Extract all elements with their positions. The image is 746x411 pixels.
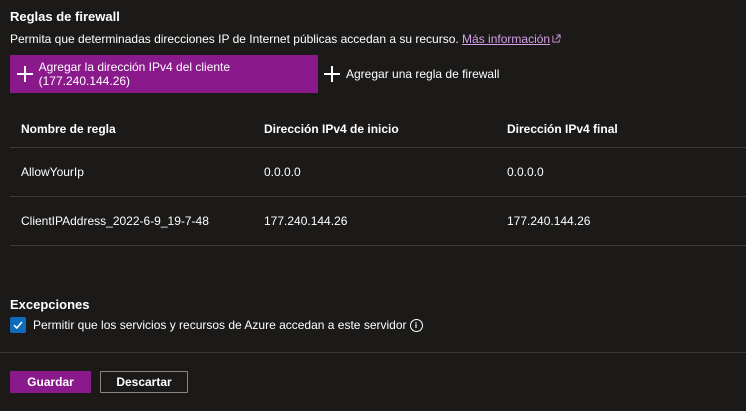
plus-icon [17, 66, 33, 82]
column-header-rule-name: Nombre de regla [21, 122, 116, 136]
add-firewall-rule-label: Agregar una regla de firewall [346, 67, 500, 81]
discard-button[interactable]: Descartar [100, 371, 188, 393]
allow-azure-services-checkbox[interactable] [10, 317, 26, 333]
firewall-rules-table: Nombre de regla Dirección IPv4 de inicio… [10, 111, 746, 246]
rule-name-cell: AllowYourIp [21, 165, 84, 179]
add-client-ip-label: Agregar la dirección IPv4 del cliente (1… [38, 60, 231, 88]
exceptions-title: Excepciones [10, 297, 90, 312]
firewall-description-text: Permita que determinadas direcciones IP … [10, 32, 459, 46]
table-row[interactable]: AllowYourIp 0.0.0.0 0.0.0.0 [10, 148, 746, 197]
table-header: Nombre de regla Dirección IPv4 de inicio… [10, 111, 746, 148]
rule-name-cell: ClientIPAddress_2022-6-9_19-7-48 [21, 214, 209, 228]
checkmark-icon [13, 321, 23, 330]
table-row[interactable]: ClientIPAddress_2022-6-9_19-7-48 177.240… [10, 197, 746, 246]
external-link-icon [552, 34, 561, 43]
plus-icon [324, 66, 340, 82]
info-icon[interactable]: i [409, 318, 423, 332]
start-ip-cell: 177.240.144.26 [264, 214, 348, 228]
end-ip-cell: 0.0.0.0 [507, 165, 544, 179]
add-firewall-rule-button[interactable]: Agregar una regla de firewall [324, 55, 499, 93]
column-header-end-ip: Dirección IPv4 final [507, 122, 618, 136]
allow-azure-services-option[interactable]: Permitir que los servicios y recursos de… [10, 317, 423, 333]
add-client-ip-button[interactable]: Agregar la dirección IPv4 del cliente (1… [10, 55, 318, 93]
learn-more-label: Más información [462, 32, 551, 46]
save-button[interactable]: Guardar [10, 371, 91, 393]
firewall-description: Permita que determinadas direcciones IP … [10, 32, 561, 46]
learn-more-link[interactable]: Más información [462, 32, 561, 46]
footer-divider [0, 352, 746, 353]
start-ip-cell: 0.0.0.0 [264, 165, 301, 179]
end-ip-cell: 177.240.144.26 [507, 214, 591, 228]
column-header-start-ip: Dirección IPv4 de inicio [264, 122, 399, 136]
firewall-section-title: Reglas de firewall [10, 9, 120, 24]
allow-azure-services-label: Permitir que los servicios y recursos de… [33, 318, 407, 332]
